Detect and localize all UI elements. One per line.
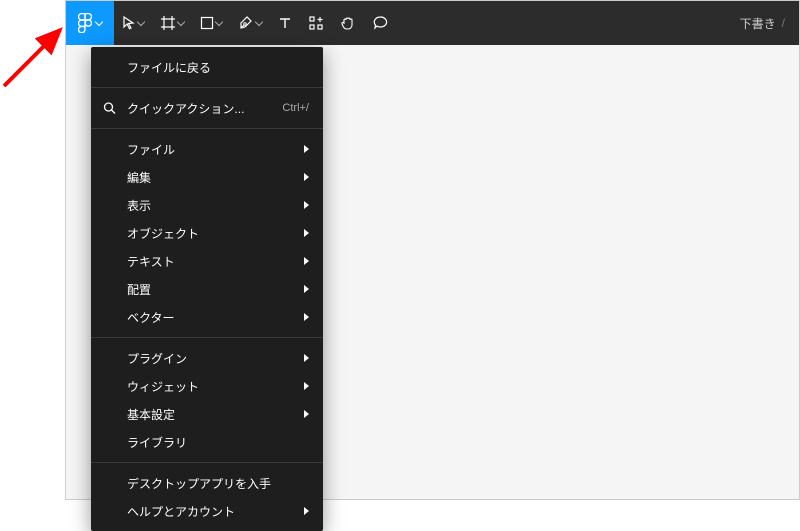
- comment-tool[interactable]: [364, 1, 396, 45]
- hand-icon: [340, 15, 356, 31]
- chevron-down-icon: [255, 18, 263, 26]
- resources-icon: [308, 15, 324, 31]
- chevron-down-icon: [215, 18, 223, 26]
- menu-item[interactable]: 編集: [91, 163, 323, 191]
- submenu-arrow-icon: [304, 382, 309, 390]
- menu-item[interactable]: 基本設定: [91, 400, 323, 428]
- menu-separator: [91, 337, 323, 338]
- menu-separator: [91, 462, 323, 463]
- menu-item[interactable]: オブジェクト: [91, 219, 323, 247]
- comment-icon: [372, 15, 388, 31]
- submenu-arrow-icon: [304, 257, 309, 265]
- submenu-arrow-icon: [304, 285, 309, 293]
- menu-quick-actions[interactable]: クイックアクション... Ctrl+/: [91, 94, 323, 122]
- shortcut-label: Ctrl+/: [282, 102, 309, 114]
- menu-item[interactable]: ヘルプとアカウント: [91, 497, 323, 525]
- text-tool[interactable]: [270, 1, 300, 45]
- menu-item[interactable]: ファイル: [91, 135, 323, 163]
- menu-item[interactable]: ウィジェット: [91, 372, 323, 400]
- frame-icon: [160, 15, 176, 31]
- submenu-arrow-icon: [304, 173, 309, 181]
- frame-tool[interactable]: [152, 1, 192, 45]
- menu-item[interactable]: 表示: [91, 191, 323, 219]
- search-icon: [103, 102, 116, 115]
- submenu-arrow-icon: [304, 313, 309, 321]
- resources-tool[interactable]: [300, 1, 332, 45]
- submenu-arrow-icon: [304, 229, 309, 237]
- submenu-arrow-icon: [304, 354, 309, 362]
- hand-tool[interactable]: [332, 1, 364, 45]
- menu-separator: [91, 128, 323, 129]
- submenu-arrow-icon: [304, 145, 309, 153]
- document-title[interactable]: 下書き /: [740, 1, 799, 45]
- figma-logo-icon: [78, 13, 92, 33]
- annotation-arrow: [0, 20, 70, 90]
- chevron-down-icon: [177, 18, 185, 26]
- submenu-arrow-icon: [304, 410, 309, 418]
- menu-item[interactable]: デスクトップアプリを入手: [91, 469, 323, 497]
- main-menu: ファイルに戻る クイックアクション... Ctrl+/ ファイル編集表示オブジェ…: [91, 47, 323, 531]
- shape-tool[interactable]: [192, 1, 230, 45]
- menu-back-to-files[interactable]: ファイルに戻る: [91, 53, 323, 81]
- menu-item[interactable]: プラグイン: [91, 344, 323, 372]
- text-icon: [278, 16, 292, 30]
- top-toolbar: 下書き /: [66, 1, 799, 45]
- main-menu-button[interactable]: [66, 1, 114, 45]
- pen-icon: [238, 15, 254, 31]
- menu-separator: [91, 87, 323, 88]
- move-tool[interactable]: [114, 1, 152, 45]
- pen-tool[interactable]: [230, 1, 270, 45]
- menu-item[interactable]: テキスト: [91, 247, 323, 275]
- menu-item[interactable]: ライブラリ: [91, 428, 323, 456]
- chevron-down-icon: [95, 18, 103, 26]
- menu-item[interactable]: ベクター: [91, 303, 323, 331]
- menu-item[interactable]: 配置: [91, 275, 323, 303]
- chevron-down-icon: [137, 18, 145, 26]
- rectangle-icon: [200, 16, 214, 30]
- submenu-arrow-icon: [304, 201, 309, 209]
- cursor-icon: [122, 16, 136, 30]
- submenu-arrow-icon: [304, 507, 309, 515]
